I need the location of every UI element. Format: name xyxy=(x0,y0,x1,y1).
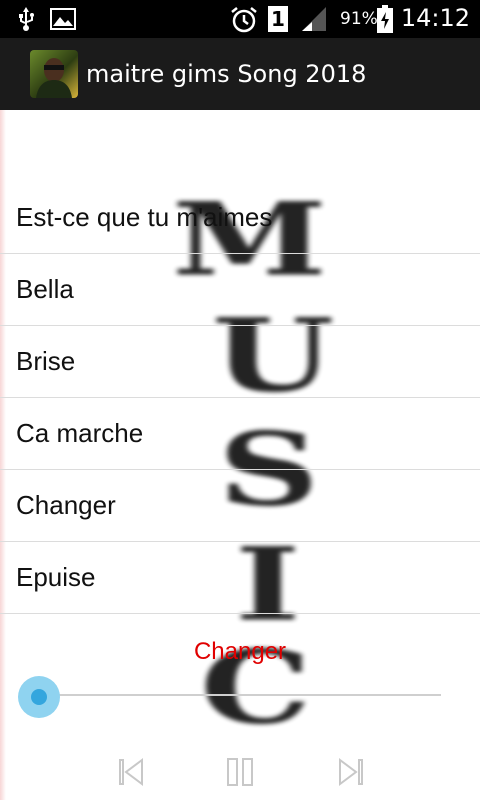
signal-icon xyxy=(302,7,326,31)
song-list: Est-ce que tu m'aimes Bella Brise Ca mar… xyxy=(0,182,480,614)
song-title: Changer xyxy=(16,490,116,520)
song-title: Ca marche xyxy=(16,418,144,448)
usb-icon xyxy=(19,7,34,31)
main-content: M U S I C Est-ce que tu m'aimes Bella Br… xyxy=(0,110,480,800)
list-item[interactable]: Brise xyxy=(0,326,480,398)
seek-bar[interactable] xyxy=(38,694,441,696)
song-title: Epuise xyxy=(16,562,96,592)
song-title: Bella xyxy=(16,274,74,304)
action-bar: maitre gims Song 2018 xyxy=(0,38,480,110)
app-avatar-icon[interactable] xyxy=(30,50,78,98)
battery-percent: 91% xyxy=(340,9,378,29)
pause-icon[interactable] xyxy=(220,752,260,792)
list-item[interactable]: Est-ce que tu m'aimes xyxy=(0,182,480,254)
status-bar: 1 91% 14:12 xyxy=(0,0,480,38)
list-item[interactable]: Ca marche xyxy=(0,398,480,470)
list-item[interactable]: Bella xyxy=(0,254,480,326)
previous-icon[interactable] xyxy=(112,752,152,792)
image-icon xyxy=(50,8,76,30)
song-title: Est-ce que tu m'aimes xyxy=(16,202,273,232)
clock: 14:12 xyxy=(400,4,470,32)
sim-1-icon: 1 xyxy=(268,6,288,32)
app-title: maitre gims Song 2018 xyxy=(86,60,367,88)
now-playing-title: Changer xyxy=(193,638,287,665)
list-item[interactable]: Epuise xyxy=(0,542,480,614)
list-item[interactable]: Changer xyxy=(0,470,480,542)
battery-charging-icon xyxy=(377,5,393,33)
next-icon[interactable] xyxy=(330,752,370,792)
song-title: Brise xyxy=(16,346,76,376)
alarm-icon xyxy=(231,7,257,33)
seek-thumb[interactable] xyxy=(18,676,60,718)
